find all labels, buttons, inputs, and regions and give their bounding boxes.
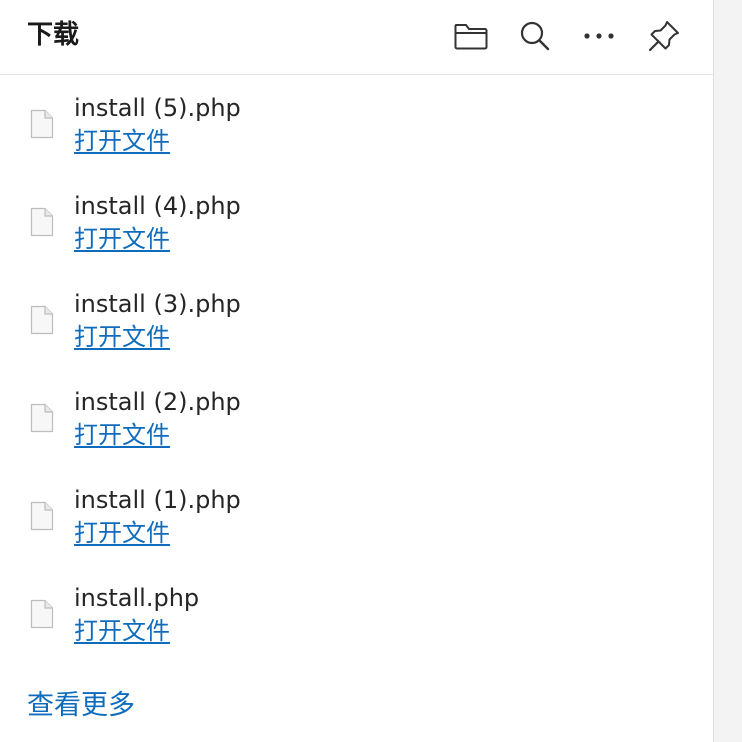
open-file-link[interactable]: 打开文件 — [74, 517, 170, 549]
open-file-link[interactable]: 打开文件 — [74, 321, 170, 353]
pin-icon — [648, 21, 679, 52]
downloads-panel: 下载 install (5).php 打开文件 install (4).php … — [0, 0, 714, 742]
pin-panel-button[interactable] — [642, 14, 686, 58]
open-file-link[interactable]: 打开文件 — [74, 419, 170, 451]
download-item[interactable]: install (1).php 打开文件 — [0, 468, 714, 566]
file-name: install (5).php — [74, 94, 241, 122]
download-item[interactable]: install (4).php 打开文件 — [0, 174, 714, 272]
file-icon — [30, 403, 54, 433]
download-item[interactable]: install (3).php 打开文件 — [0, 272, 714, 370]
more-options-button[interactable] — [577, 14, 621, 58]
open-file-link[interactable]: 打开文件 — [74, 615, 170, 647]
download-item[interactable]: install (2).php 打开文件 — [0, 370, 714, 468]
file-icon — [30, 501, 54, 531]
open-downloads-folder-button[interactable] — [449, 14, 493, 58]
file-name: install (4).php — [74, 192, 241, 220]
search-downloads-button[interactable] — [513, 14, 557, 58]
file-icon — [30, 599, 54, 629]
file-name: install (1).php — [74, 486, 241, 514]
open-file-link[interactable]: 打开文件 — [74, 223, 170, 255]
file-name: install (3).php — [74, 290, 241, 318]
file-name: install.php — [74, 584, 200, 612]
file-icon — [30, 207, 54, 237]
file-name: install (2).php — [74, 388, 241, 416]
more-icon — [584, 33, 614, 39]
open-file-link[interactable]: 打开文件 — [74, 125, 170, 157]
download-item[interactable]: install (5).php 打开文件 — [0, 76, 714, 174]
panel-title: 下载 — [27, 20, 80, 50]
file-icon — [30, 109, 54, 139]
folder-icon — [454, 24, 488, 50]
downloads-header: 下载 — [0, 0, 714, 75]
download-item[interactable]: install.php 打开文件 — [0, 566, 714, 664]
file-icon — [30, 305, 54, 335]
see-more-link[interactable]: 查看更多 — [27, 688, 135, 724]
search-icon — [520, 21, 550, 51]
